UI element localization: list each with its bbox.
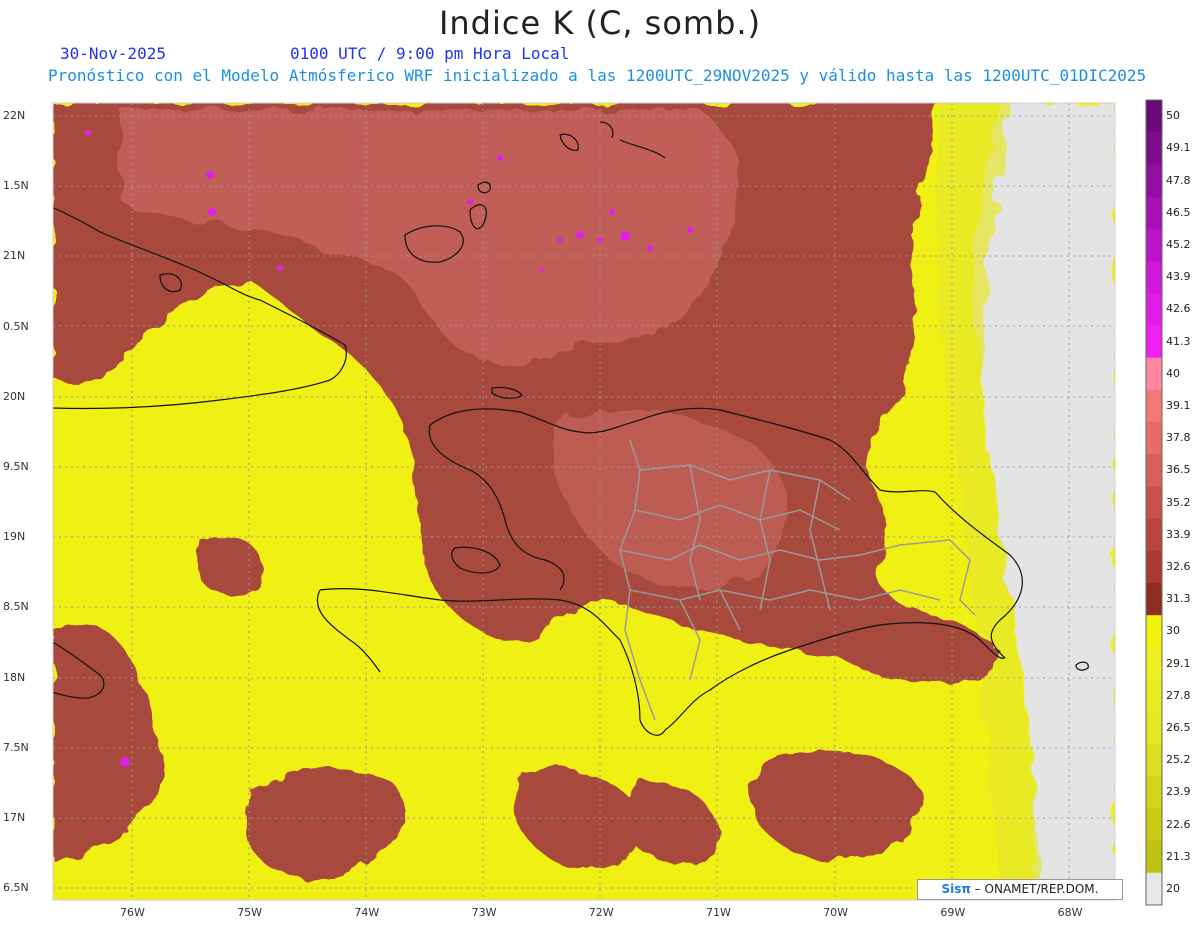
colorbar-label: 45.2 xyxy=(1166,237,1191,251)
lon-label: 69W xyxy=(940,906,966,919)
colorbar-swatch xyxy=(1146,583,1162,616)
lon-label: 76W xyxy=(120,906,145,919)
lon-label: 71W xyxy=(706,906,731,919)
colorbar-swatch xyxy=(1146,132,1162,165)
colorbar-swatch xyxy=(1146,744,1162,777)
lon-label: 70W xyxy=(823,906,849,919)
lat-label: 8.5N xyxy=(3,600,29,614)
colorbar-label: 31.3 xyxy=(1166,592,1191,606)
colorbar-label: 23.9 xyxy=(1166,785,1191,799)
colorbar-swatch xyxy=(1146,100,1162,133)
lat-label: 17N xyxy=(3,811,26,824)
lat-label: 18N xyxy=(3,670,26,684)
colorbar-label: 37.8 xyxy=(1166,431,1191,445)
colorbar-swatch xyxy=(1146,518,1162,552)
colorbar-swatch xyxy=(1146,454,1162,487)
colorbar-swatch xyxy=(1146,486,1162,520)
colorbar-label: 20 xyxy=(1166,881,1180,895)
colorbar-label: 22.6 xyxy=(1166,817,1191,831)
colorbar-label: 32.6 xyxy=(1166,559,1191,573)
colorbar-swatch xyxy=(1146,228,1162,262)
colorbar-swatch xyxy=(1146,679,1162,713)
colorbar-label: 41.3 xyxy=(1166,334,1191,348)
colorbar-swatch xyxy=(1146,389,1162,423)
lon-label: 68W xyxy=(1057,906,1083,919)
colorbar-label: 39.1 xyxy=(1166,398,1191,412)
colorbar-label: 46.5 xyxy=(1166,205,1191,219)
colorbar-label: 42.6 xyxy=(1166,302,1191,316)
colorbar-swatch xyxy=(1146,615,1162,648)
colorbar-label: 27.8 xyxy=(1166,688,1191,702)
k-index-map xyxy=(52,99,1163,906)
colorbar-swatch xyxy=(1146,711,1162,745)
colorbar-label: 26.5 xyxy=(1166,720,1191,734)
colorbar-swatch xyxy=(1146,776,1162,809)
colorbar-swatch xyxy=(1146,422,1162,455)
sispi-logo: Sisπ xyxy=(941,882,971,896)
colorbar-swatch xyxy=(1146,164,1162,198)
colorbar-label: 35.2 xyxy=(1166,495,1191,509)
lat-label: 1.5N xyxy=(3,179,29,193)
credit-box: Sisπ – ONAMET/REP.DOM. xyxy=(917,879,1123,900)
colorbar-label: 49.1 xyxy=(1166,141,1191,155)
colorbar-label: 40 xyxy=(1166,366,1180,380)
colorbar-swatch xyxy=(1146,357,1162,391)
colorbar-swatch xyxy=(1146,840,1162,874)
colorbar-label: 21.3 xyxy=(1166,849,1191,863)
colorbar xyxy=(1145,99,1163,906)
lat-label: 0.5N xyxy=(3,319,29,333)
colorbar-swatch xyxy=(1146,196,1162,230)
colorbar-label: 43.9 xyxy=(1166,270,1191,284)
colorbar-swatch xyxy=(1146,808,1162,842)
colorbar-label: 36.5 xyxy=(1166,463,1191,477)
colorbar-label: 47.8 xyxy=(1166,173,1191,187)
colorbar-swatch xyxy=(1146,261,1162,294)
lon-label: 73W xyxy=(471,906,497,919)
lon-label: 75W xyxy=(237,906,263,919)
colorbar-swatch xyxy=(1146,293,1162,326)
lat-label: 6.5N xyxy=(3,881,29,895)
colorbar-label: 33.9 xyxy=(1166,527,1191,541)
colorbar-label: 29.1 xyxy=(1166,656,1191,670)
colorbar-swatch xyxy=(1146,550,1162,584)
colorbar-label: 30 xyxy=(1166,624,1180,638)
lat-label: 9.5N xyxy=(3,460,29,473)
colorbar-swatch xyxy=(1146,647,1162,681)
lon-label: 72W xyxy=(588,906,614,919)
colorbar-label: 50 xyxy=(1166,109,1180,123)
colorbar-label: 25.2 xyxy=(1166,753,1191,767)
colorbar-swatch xyxy=(1146,872,1162,906)
lat-label: 19N xyxy=(3,530,26,544)
lat-label: 21N xyxy=(3,249,26,263)
lat-label: 22N xyxy=(3,109,26,122)
lat-label: 7.5N xyxy=(3,740,29,754)
lon-label: 74W xyxy=(354,906,380,919)
colorbar-swatch xyxy=(1146,325,1162,359)
credit-text: – ONAMET/REP.DOM. xyxy=(970,882,1099,896)
lat-label: 20N xyxy=(3,389,26,403)
